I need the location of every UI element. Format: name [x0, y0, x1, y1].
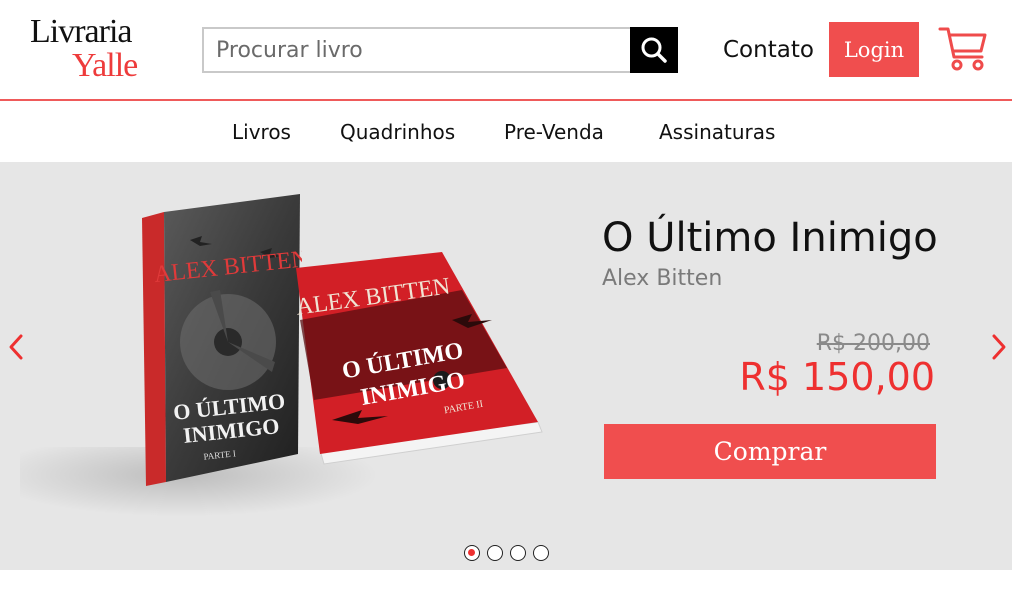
chevron-right-icon[interactable] [987, 330, 1011, 364]
search-button[interactable] [630, 27, 678, 73]
nav-item-quadrinhos[interactable]: Quadrinhos [340, 118, 455, 146]
chevron-left-icon[interactable] [4, 330, 28, 364]
carousel-pagination [464, 545, 564, 563]
nav-item-livros[interactable]: Livros [232, 118, 291, 146]
book-author: Alex Bitten [602, 266, 723, 291]
cart-button[interactable] [938, 25, 988, 73]
category-nav: Livros Quadrinhos Pre-Venda Assinaturas [0, 103, 1012, 162]
nav-item-pre-venda[interactable]: Pre-Venda [504, 118, 604, 146]
featured-book-carousel: ALEX BITTEN O ÚLTIMO INIMIGO PARTE I ALE… [0, 162, 1012, 570]
buy-button[interactable]: Comprar [604, 424, 936, 479]
login-button[interactable]: Login [829, 22, 919, 77]
header: Livraria Yalle Contato Login [0, 0, 1012, 101]
logo-text-yalle: Yalle [72, 47, 138, 84]
carousel-dot[interactable] [533, 545, 549, 561]
book-cover-part-1[interactable]: ALEX BITTEN O ÚLTIMO INIMIGO PARTE I [140, 192, 302, 488]
nav-item-assinaturas[interactable]: Assinaturas [659, 118, 775, 146]
book-title[interactable]: O Último Inimigo [602, 214, 938, 262]
search-icon [641, 37, 667, 63]
carousel-dot[interactable] [487, 545, 503, 561]
carousel-dot[interactable] [464, 545, 480, 561]
store-logo[interactable]: Livraria Yalle [30, 14, 150, 84]
contato-link[interactable]: Contato [723, 34, 814, 66]
search-bar [202, 27, 678, 73]
book-cover-part-2[interactable]: ALEX BITTEN O ÚLTIMO INIMIGO PARTE II [292, 250, 544, 476]
logo-text-livraria: Livraria [30, 13, 132, 50]
carousel-dot[interactable] [510, 545, 526, 561]
search-input[interactable] [204, 29, 632, 71]
cart-icon [938, 27, 987, 71]
sale-price: R$ 150,00 [739, 355, 935, 399]
